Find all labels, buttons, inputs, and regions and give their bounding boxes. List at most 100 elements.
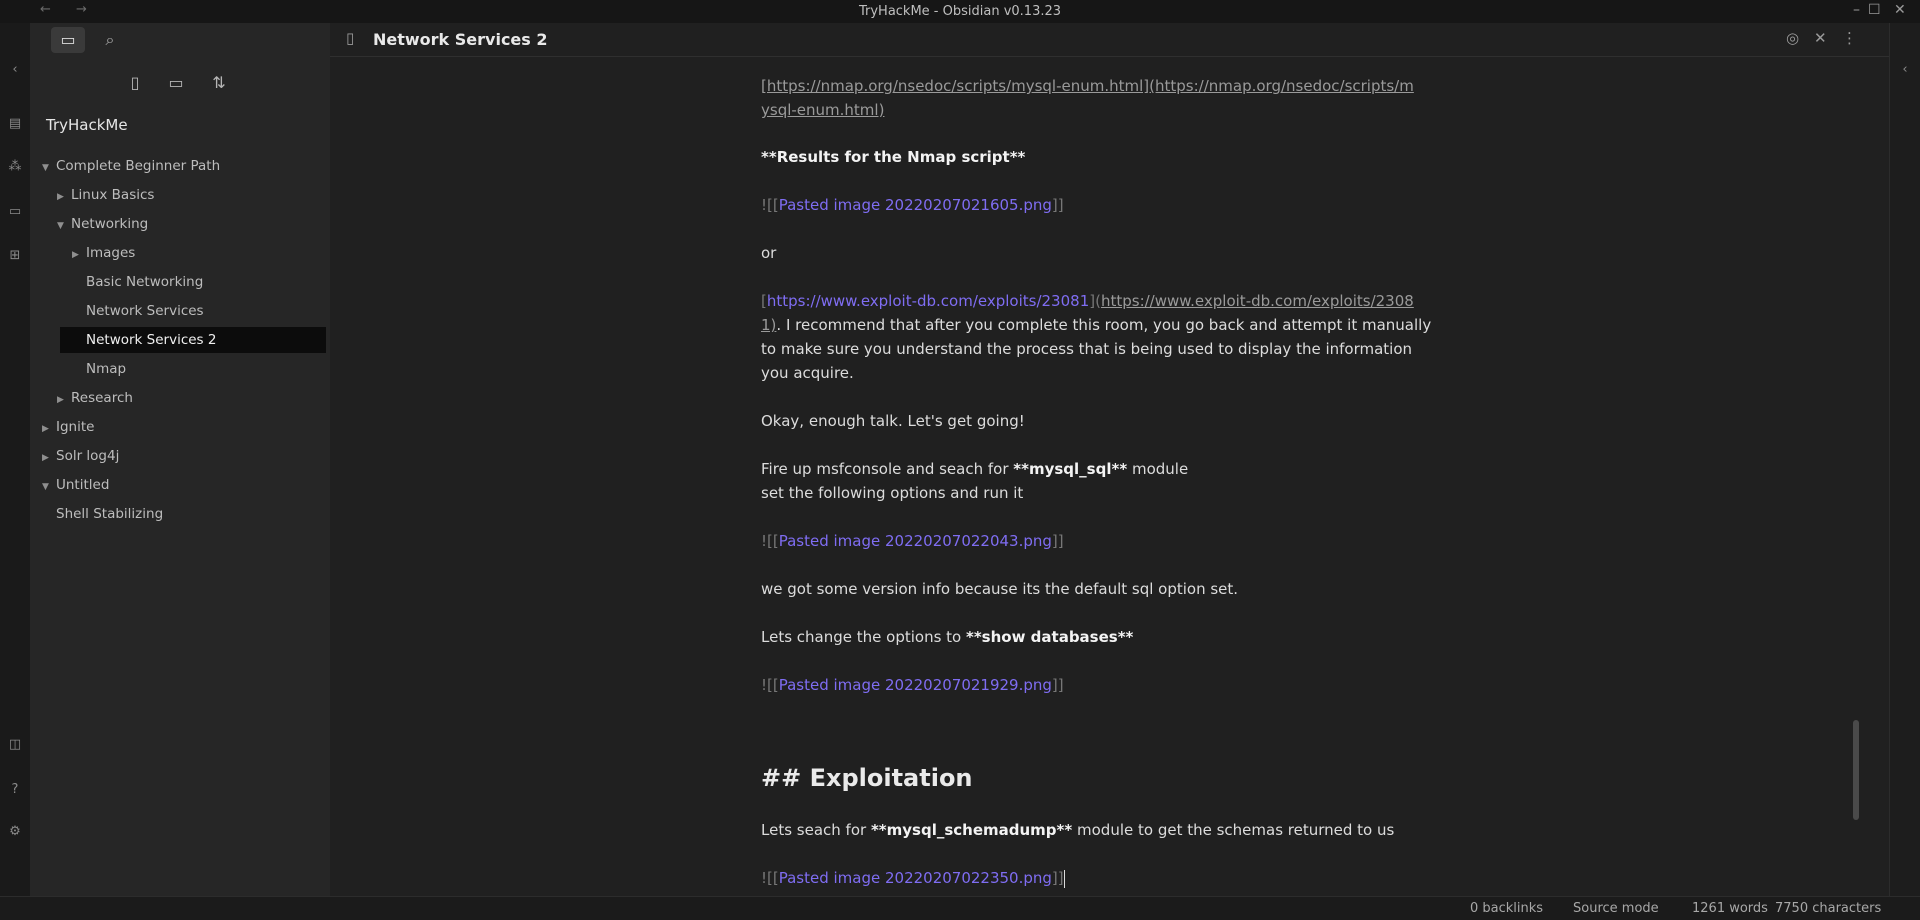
tree-item-network-services[interactable]: Network Services — [72, 298, 204, 324]
bold-text: **show databases** — [965, 628, 1134, 646]
chevron-down-icon: ▼ — [42, 163, 49, 173]
editor-text: . I recommend that after you complete th… — [776, 316, 1432, 334]
vault-name[interactable]: TryHackMe — [46, 116, 128, 134]
tree-item-label: Nmap — [86, 361, 127, 377]
link-bracket: ]( — [1089, 292, 1101, 310]
external-link[interactable]: [https://nmap.org/nsedoc/scripts/mysql-e… — [761, 77, 1414, 95]
editor[interactable]: [https://nmap.org/nsedoc/scripts/mysql-e… — [330, 57, 1890, 896]
editor-text: module — [1127, 460, 1189, 478]
view-header: ▯ Network Services 2 ◎ ✕ ⋮ — [330, 23, 1890, 57]
settings-icon[interactable]: ⚙ — [6, 823, 24, 841]
sidebar-tabs: ▭ ⌕ — [30, 23, 330, 55]
internal-link[interactable]: Pasted image 20220207022043.png — [779, 532, 1052, 550]
scrollbar-thumb[interactable] — [1853, 720, 1859, 820]
more-options-icon[interactable]: ⋮ — [1842, 29, 1857, 47]
tree-item-label: Ignite — [56, 419, 95, 435]
left-ribbon: ‹ ▤ ⁂ ▭ ⊞ ◫ ? ⚙ — [0, 23, 31, 896]
right-ribbon: ‹ — [1889, 23, 1920, 896]
character-count: 7750 characters — [1775, 901, 1882, 916]
tree-item-label: Shell Stabilizing — [56, 506, 164, 522]
internal-link[interactable]: Pasted image 20220207021605.png — [779, 196, 1052, 214]
tree-item-shell-stabilizing[interactable]: Shell Stabilizing — [42, 501, 163, 527]
embed-open: ![[ — [761, 532, 779, 550]
title-bar: ← → TryHackMe - Obsidian v0.13.23 – ☐ ✕ — [0, 0, 1920, 23]
close-window-icon[interactable]: ✕ — [1894, 2, 1906, 18]
text-cursor — [1063, 869, 1065, 888]
editor-line: we got some version info because its the… — [761, 580, 1239, 598]
editor-line: [https://nmap.org/nsedoc/scripts/mysql-e… — [761, 74, 1431, 98]
tree-item-label: Research — [71, 390, 133, 406]
editor-text: Fire up msfconsole and seach for — [761, 460, 1014, 478]
switcher-icon[interactable]: ▤ — [6, 115, 24, 133]
graph-icon[interactable]: ⁂ — [6, 158, 24, 176]
editor-text: Lets change the options to — [761, 628, 966, 646]
tree-item-label: Network Services 2 — [86, 332, 217, 348]
new-folder-icon[interactable]: ▭ — [165, 72, 187, 94]
editor-mode[interactable]: Source mode — [1573, 901, 1659, 916]
editor-line: [https://www.exploit-db.com/exploits/230… — [761, 289, 1431, 313]
editor-line: ysql-enum.html) — [761, 98, 1431, 122]
editor-line: 1). I recommend that after you complete … — [761, 313, 1431, 337]
help-icon[interactable]: ? — [6, 781, 24, 799]
embed-open: ![[ — [761, 676, 779, 694]
tree-item-label: Untitled — [56, 477, 110, 493]
sort-icon[interactable]: ⇅ — [208, 72, 230, 94]
reading-view-icon[interactable]: ◎ — [1786, 29, 1799, 47]
search-icon[interactable]: ⌕ — [93, 27, 127, 53]
scrollbar[interactable] — [1852, 80, 1860, 919]
editor-line: Fire up msfconsole and seach for **mysql… — [761, 457, 1431, 481]
tree-item-label: Basic Networking — [86, 274, 204, 290]
external-link[interactable]: ysql-enum.html) — [761, 101, 884, 119]
tree-item-linux-basics[interactable]: ▶ Linux Basics — [57, 182, 154, 208]
folder-icon[interactable]: ▭ — [51, 27, 85, 53]
tree-item-images[interactable]: ▶ Images — [72, 240, 135, 266]
tree-item-basic-networking[interactable]: Basic Networking — [72, 269, 203, 295]
chevron-right-icon: ▶ — [57, 395, 64, 405]
window-title: TryHackMe - Obsidian v0.13.23 — [858, 4, 1062, 19]
internal-link[interactable]: Pasted image 20220207021929.png — [779, 676, 1052, 694]
word-count: 1261 words — [1692, 901, 1768, 916]
tree-item-networking[interactable]: ▼ Networking — [57, 211, 148, 237]
tree-item-complete-beginner-path[interactable]: ▼ Complete Beginner Path — [42, 153, 220, 179]
tree-item-network-services-2[interactable]: Network Services 2 — [60, 327, 326, 353]
tree-item-label: Linux Basics — [71, 187, 155, 203]
maximize-icon[interactable]: ☐ — [1868, 2, 1881, 18]
file-actions: ▯ ▭ ⇅ — [30, 68, 330, 100]
vault-icon[interactable]: ◫ — [6, 736, 24, 754]
new-note-icon[interactable]: ▯ — [124, 72, 146, 94]
editor-line: **Results for the Nmap script** — [761, 148, 1026, 166]
card-icon[interactable]: ▭ — [6, 203, 24, 221]
chevron-right-icon: ▶ — [42, 453, 49, 463]
tree-item-untitled[interactable]: ▼ Untitled — [42, 472, 109, 498]
minimize-icon[interactable]: – — [1853, 2, 1860, 18]
backlinks-count[interactable]: 0 backlinks — [1470, 901, 1543, 916]
embed-close: ]] — [1051, 532, 1064, 550]
collapse-sidebar-icon[interactable]: ‹ — [6, 61, 24, 79]
tree-item-label: Solr log4j — [56, 448, 120, 464]
chevron-right-icon: ▶ — [57, 192, 64, 202]
collapse-right-sidebar-icon[interactable]: ‹ — [1896, 61, 1914, 79]
tree-item-nmap[interactable]: Nmap — [72, 356, 126, 382]
file-icon: ▯ — [346, 29, 355, 47]
external-link[interactable]: https://www.exploit-db.com/exploits/2308 — [1101, 292, 1414, 310]
editor-text: module to get the schemas returned to us — [1072, 821, 1395, 839]
external-link[interactable]: https://www.exploit-db.com/exploits/2308… — [767, 292, 1089, 310]
tree-item-label: Complete Beginner Path — [56, 158, 221, 174]
tree-item-research[interactable]: ▶ Research — [57, 385, 133, 411]
external-link[interactable]: 1) — [761, 316, 776, 334]
editor-line: Lets seach for **mysql_schemadump** modu… — [761, 818, 1431, 842]
heading-exploitation: ## Exploitation — [761, 764, 973, 792]
editor-line: you acquire. — [761, 364, 854, 382]
internal-link[interactable]: Pasted image 20220207022350.png — [779, 869, 1052, 887]
close-icon[interactable]: ✕ — [1814, 29, 1827, 47]
embed-open: ![[ — [761, 196, 779, 214]
editor-line: or — [761, 244, 777, 262]
editor-line: ![[Pasted image 20220207022350.png]] — [761, 866, 1431, 890]
bold-text: **mysql_sql** — [1013, 460, 1128, 478]
editor-line: Lets change the options to **show databa… — [761, 625, 1431, 649]
note-title[interactable]: Network Services 2 — [373, 30, 548, 49]
tree-item-solr-log4j[interactable]: ▶ Solr log4j — [42, 443, 119, 469]
plugin-icon[interactable]: ⊞ — [6, 247, 24, 265]
tree-item-ignite[interactable]: ▶ Ignite — [42, 414, 94, 440]
editor-line: set the following options and run it — [761, 484, 1024, 502]
